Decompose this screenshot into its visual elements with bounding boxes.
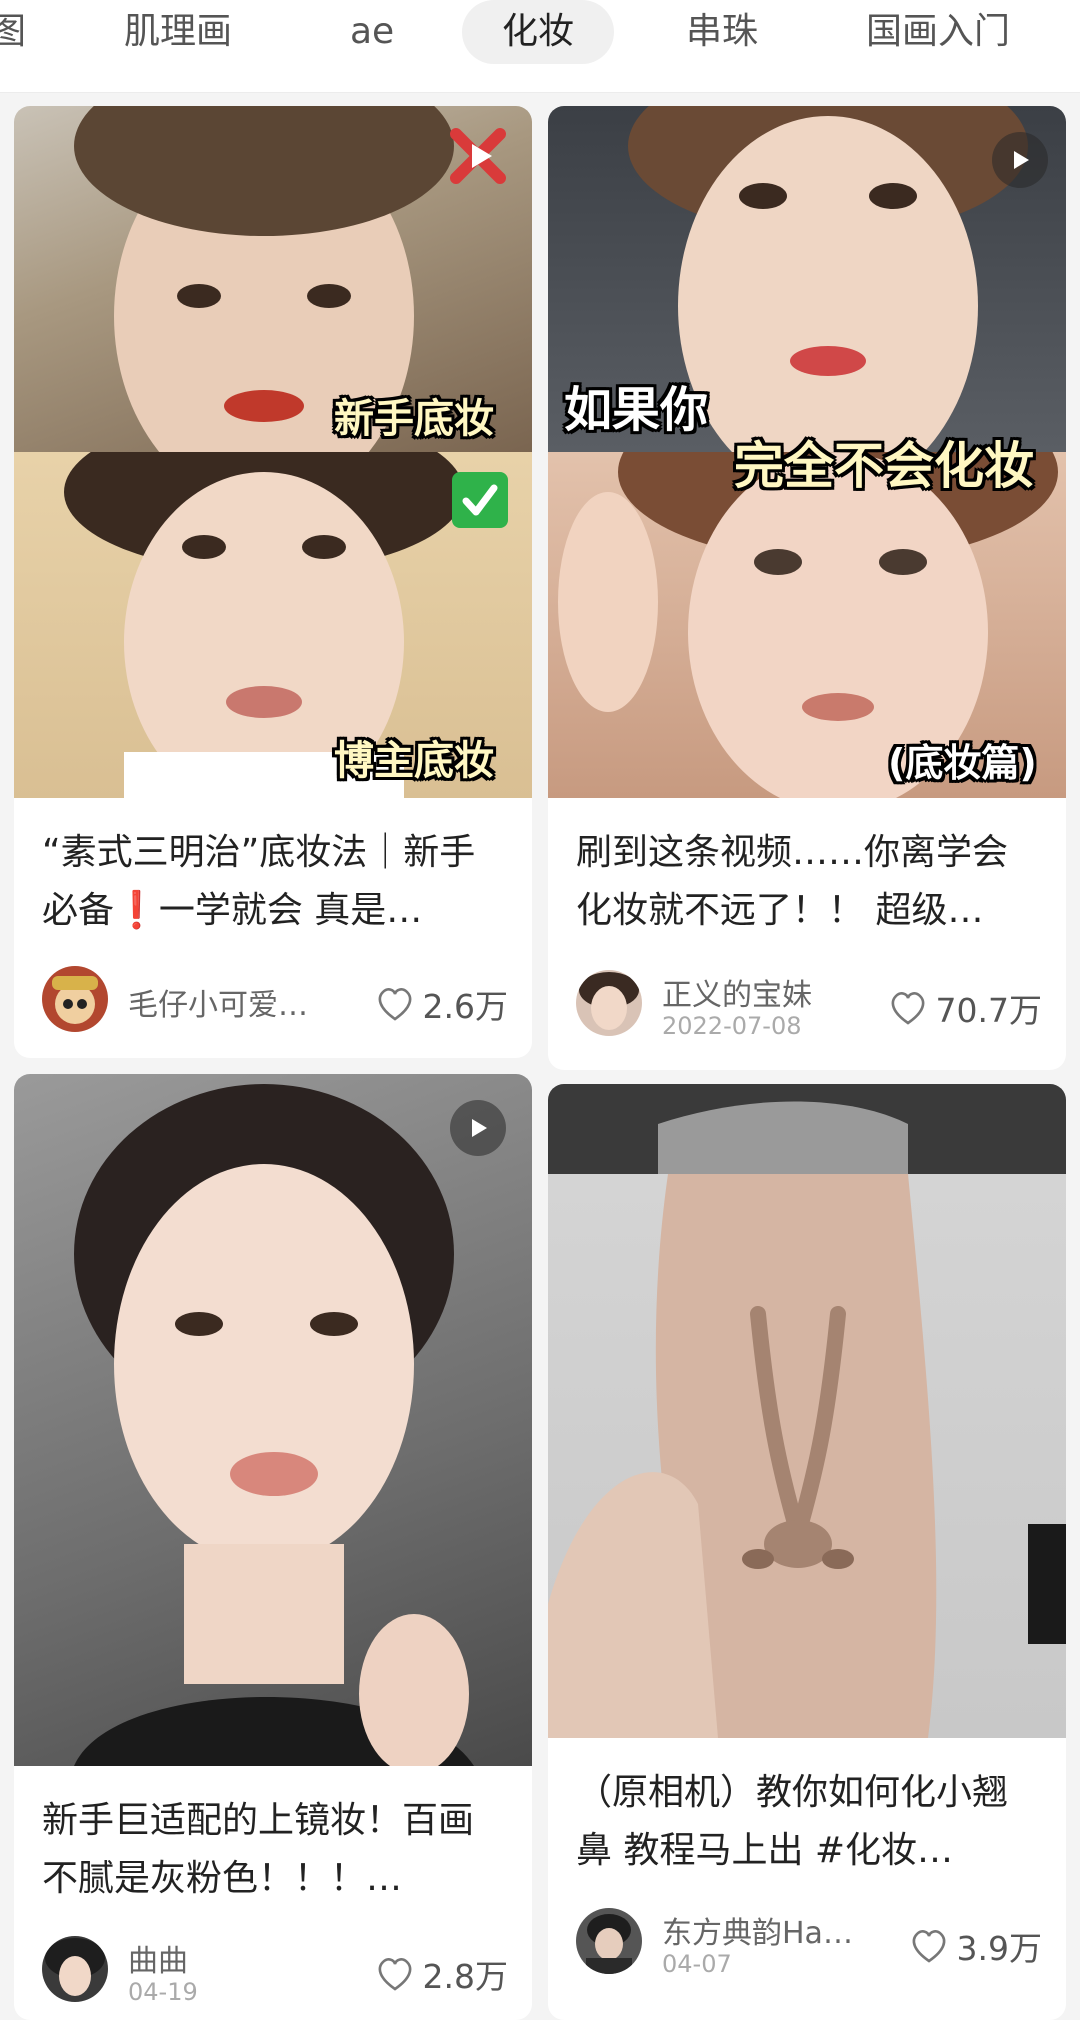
play-icon[interactable]	[992, 132, 1048, 188]
author-name[interactable]: 正义的宝妹	[662, 970, 812, 1014]
tab-partial[interactable]: 图	[0, 0, 26, 64]
card-cover-image	[548, 1084, 1066, 1738]
feed-card[interactable]: （原相机）教你如何化小翘鼻 教程马上出 #化妆… 东方典韵Ha… 04-07 3…	[548, 1084, 1066, 2020]
like-count: 2.8万	[422, 1957, 508, 1996]
avatar[interactable]	[42, 1936, 108, 2002]
card-title[interactable]: “素式三明治”底妆法｜新手必备❗️一学就会 真是…	[42, 824, 508, 940]
feed-card[interactable]: 新手巨适配的上镜妆！百画不腻是灰粉色！！！… 曲曲 04-19 2.8万	[14, 1074, 532, 2020]
cover-caption: 博主底妆	[334, 738, 494, 784]
post-date: 2022-07-08	[662, 1012, 802, 1040]
tab-guohua[interactable]: 国画入门	[866, 0, 1010, 64]
cover-caption: 新手底妆	[334, 396, 494, 442]
heart-icon	[378, 1958, 411, 1991]
category-tab-bar: 图 肌理画 ae 化妆 串珠 国画入门	[0, 0, 1080, 93]
like-button[interactable]: 2.6万	[375, 980, 508, 1028]
tab-ae[interactable]: ae	[350, 0, 394, 64]
heart-icon	[891, 992, 924, 1025]
like-count: 3.9万	[956, 1929, 1042, 1968]
author-row[interactable]: 东方典韵Ha… 04-07 3.9万	[576, 1908, 1042, 1980]
author-row[interactable]: 曲曲 04-19 2.8万	[42, 1936, 508, 2008]
card-cover-image: 新手底妆 博主底妆	[14, 106, 532, 798]
cover-caption: (底妆篇)	[888, 741, 1037, 785]
card-title[interactable]: 刷到这条视频……你离学会化妆就不远了！！ 超级…	[576, 824, 1042, 940]
like-count: 2.6万	[422, 987, 508, 1026]
post-date: 04-19	[128, 1978, 198, 2006]
like-button[interactable]: 2.8万	[375, 1950, 508, 1998]
like-button[interactable]: 70.7万	[888, 984, 1042, 1032]
feed-card[interactable]: 如果你 (底妆篇) 完全不会化妆 刷到这条视频……你离学会化妆就不远了！！ 超级…	[548, 106, 1066, 1070]
card-title[interactable]: （原相机）教你如何化小翘鼻 教程马上出 #化妆…	[576, 1764, 1042, 1880]
author-name[interactable]: 东方典韵Ha…	[662, 1908, 853, 1952]
tab-beads[interactable]: 串珠	[686, 0, 758, 64]
like-button[interactable]: 3.9万	[909, 1922, 1042, 1970]
cross-mark-icon	[448, 126, 508, 186]
post-date: 04-07	[662, 1950, 732, 1978]
feed-card[interactable]: 新手底妆 博主底妆 “素式三明治”底妆法｜新手必备❗️一学就会 真是… 毛仔小可…	[14, 106, 532, 1058]
like-count: 70.7万	[935, 991, 1042, 1030]
author-row[interactable]: 毛仔小可爱… 2.6万	[42, 966, 508, 1038]
card-title[interactable]: 新手巨适配的上镜妆！百画不腻是灰粉色！！！…	[42, 1792, 508, 1908]
avatar[interactable]	[576, 1908, 642, 1974]
author-name[interactable]: 曲曲	[128, 1936, 188, 1980]
avatar[interactable]	[576, 970, 642, 1036]
card-cover-image	[14, 1074, 532, 1766]
heart-icon	[912, 1930, 945, 1963]
avatar[interactable]	[42, 966, 108, 1032]
heart-icon	[378, 988, 411, 1021]
play-icon[interactable]	[450, 1100, 506, 1156]
author-row[interactable]: 正义的宝妹 2022-07-08 70.7万	[576, 970, 1042, 1042]
card-cover-image: 如果你 (底妆篇) 完全不会化妆	[548, 106, 1066, 798]
tab-jilihua[interactable]: 肌理画	[124, 0, 232, 64]
check-mark-icon	[452, 472, 508, 528]
cover-caption: 完全不会化妆	[734, 437, 1034, 495]
author-name[interactable]: 毛仔小可爱…	[128, 980, 308, 1024]
cover-caption: 如果你	[564, 382, 709, 438]
tab-makeup[interactable]: 化妆	[462, 0, 615, 64]
